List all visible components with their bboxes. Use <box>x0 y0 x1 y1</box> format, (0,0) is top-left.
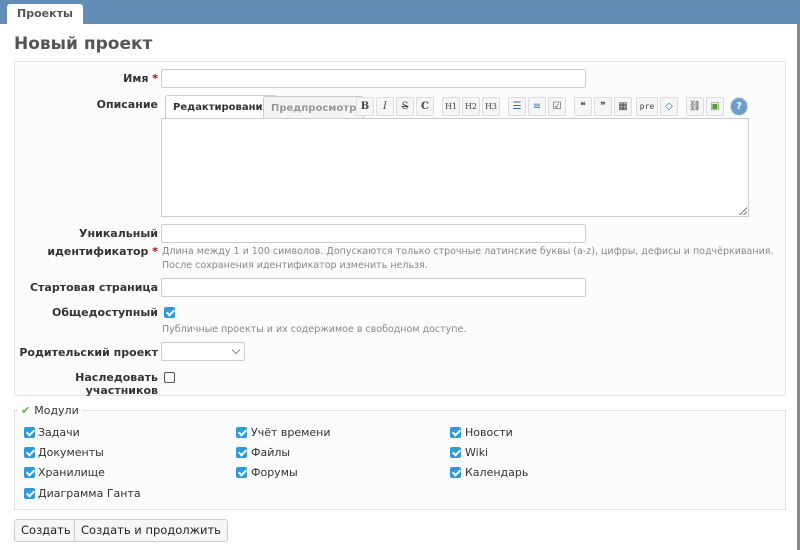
module-checkbox-documents[interactable] <box>24 447 35 458</box>
resize-grip-icon[interactable] <box>739 207 747 215</box>
public-label: Общедоступный <box>51 306 158 319</box>
module-label-news: Новости <box>465 426 513 439</box>
module-label-wiki: Wiki <box>465 446 489 459</box>
check-icon: ✔ <box>21 404 31 417</box>
module-label-time: Учёт времени <box>251 426 331 439</box>
description-label: Описание <box>96 98 158 111</box>
chevron-down-icon <box>231 345 241 355</box>
module-checkbox-news[interactable] <box>450 427 461 438</box>
modules-legend[interactable]: ✔ Модули <box>18 404 82 417</box>
module-checkbox-repository[interactable] <box>24 467 35 478</box>
pre-icon[interactable]: pre <box>636 97 658 116</box>
create-button[interactable]: Создать <box>14 519 78 542</box>
module-checkbox-wiki[interactable] <box>450 447 461 458</box>
table-icon[interactable]: ▦ <box>614 97 632 116</box>
tab-edit[interactable]: Редактирование <box>165 95 278 120</box>
module-label-files: Файлы <box>251 446 291 459</box>
name-input[interactable] <box>161 69 586 88</box>
module-label-gantt: Диаграмма Ганта <box>38 487 141 500</box>
identifier-input[interactable] <box>161 224 586 243</box>
module-checkbox-calendar[interactable] <box>450 467 461 478</box>
parent-label: Родительский проект <box>19 346 158 359</box>
name-label: Имя * <box>123 72 158 85</box>
create-and-continue-button[interactable]: Создать и продолжить <box>74 519 228 542</box>
code-link-icon[interactable]: ◇ <box>660 97 678 116</box>
h1-icon[interactable]: H1 <box>442 97 460 116</box>
module-label-forums: Форумы <box>251 466 298 479</box>
module-label-repository: Хранилище <box>38 466 105 479</box>
parent-project-select[interactable] <box>161 342 245 361</box>
module-label-documents: Документы <box>38 446 104 459</box>
image-icon[interactable]: ▣ <box>706 97 724 116</box>
strike-icon[interactable]: S <box>396 97 414 116</box>
module-checkbox-time[interactable] <box>236 427 247 438</box>
italic-icon[interactable]: I <box>376 97 394 116</box>
description-textarea[interactable] <box>161 118 749 217</box>
module-label-calendar: Календарь <box>465 466 529 479</box>
module-checkbox-gantt[interactable] <box>24 488 35 499</box>
checklist-icon[interactable]: ☑ <box>548 97 566 116</box>
bullet-list-icon[interactable]: ☰ <box>508 97 526 116</box>
module-checkbox-issues[interactable] <box>24 427 35 438</box>
homepage-input[interactable] <box>161 278 586 297</box>
identifier-hint: Длина между 1 и 100 символов. Допускаютс… <box>162 246 774 257</box>
module-checkbox-forums[interactable] <box>236 467 247 478</box>
tab-preview[interactable]: Предпросмотр <box>263 96 365 120</box>
bold-icon[interactable]: B <box>356 97 374 116</box>
page-title: Новый проект <box>14 34 153 54</box>
inherit-label: Наследовать участников <box>75 371 158 397</box>
identifier-label-line2: идентификатор * <box>47 245 158 258</box>
module-label-issues: Задачи <box>38 426 80 439</box>
quote-icon[interactable]: ❝ <box>574 97 592 116</box>
identifier-hint-2: После сохранения идентификатор изменить … <box>162 260 428 271</box>
required-mark: * <box>152 72 158 85</box>
link-icon[interactable]: ⛓ <box>686 97 704 116</box>
identifier-label-line1: Уникальный <box>79 227 158 240</box>
tab-projects[interactable]: Проекты <box>7 4 83 24</box>
inherit-members-checkbox[interactable] <box>164 372 175 383</box>
h3-icon[interactable]: H3 <box>482 97 500 116</box>
code-icon[interactable]: C <box>416 97 434 116</box>
public-checkbox[interactable] <box>164 307 175 318</box>
numbered-list-icon[interactable]: ≡ <box>528 97 546 116</box>
h2-icon[interactable]: H2 <box>462 97 480 116</box>
public-hint: Публичные проекты и их содержимое в своб… <box>162 324 467 335</box>
homepage-label: Стартовая страница <box>29 281 158 294</box>
help-icon[interactable]: ? <box>730 97 748 116</box>
unquote-icon[interactable]: ❞ <box>594 97 612 116</box>
module-checkbox-files[interactable] <box>236 447 247 458</box>
required-mark: * <box>152 245 158 258</box>
top-nav-bar: Проекты <box>0 0 800 24</box>
